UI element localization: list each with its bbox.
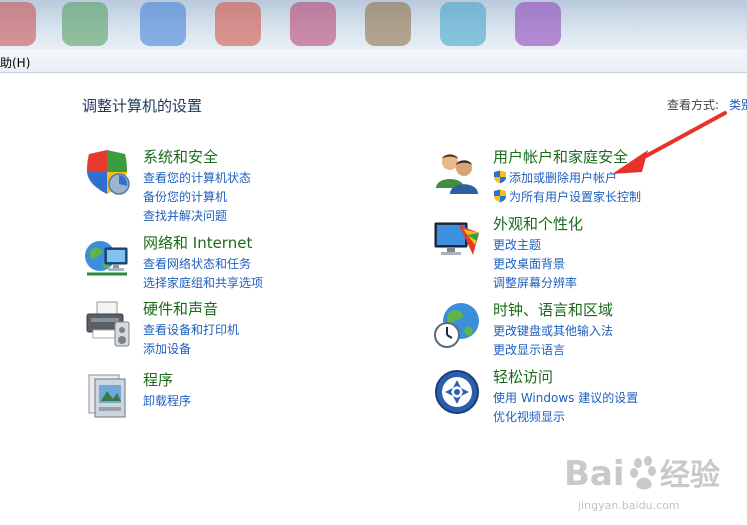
- taskbar-strip: [0, 0, 747, 50]
- menu-bar: 助(H): [0, 50, 747, 73]
- link-uninstall-program[interactable]: 卸载程序: [143, 392, 191, 411]
- app-icon: [365, 2, 411, 46]
- shield-icon[interactable]: [83, 148, 131, 196]
- baidu-watermark-icon: Bai 经验 jingyan.baidu.com: [564, 454, 720, 512]
- link-change-theme[interactable]: 更改主题: [493, 236, 577, 255]
- category-title[interactable]: 外观和个性化: [493, 213, 583, 234]
- ease-of-access-icon[interactable]: [433, 368, 481, 416]
- category-title[interactable]: 网络和 Internet: [143, 232, 252, 253]
- link-devices-printers[interactable]: 查看设备和打印机: [143, 321, 239, 340]
- app-icon: [290, 2, 336, 46]
- link-change-display-language[interactable]: 更改显示语言: [493, 341, 613, 360]
- printer-icon[interactable]: [83, 300, 131, 348]
- page-title: 调整计算机的设置: [82, 97, 203, 115]
- link-screen-resolution[interactable]: 调整屏幕分辨率: [493, 274, 577, 293]
- users-icon[interactable]: [433, 148, 481, 196]
- category-title[interactable]: 系统和安全: [143, 146, 218, 167]
- link-label: 为所有用户设置家长控制: [509, 190, 642, 204]
- link-change-background[interactable]: 更改桌面背景: [493, 255, 577, 274]
- link-recommended-settings[interactable]: 使用 Windows 建议的设置: [493, 389, 638, 408]
- watermark-brand2: 经验: [660, 458, 720, 493]
- display-palette-icon[interactable]: [433, 215, 481, 263]
- link-change-input-method[interactable]: 更改键盘或其他输入法: [493, 322, 613, 341]
- app-icon: [215, 2, 261, 46]
- category-title[interactable]: 硬件和声音: [143, 298, 218, 319]
- uac-shield-icon: [494, 170, 506, 184]
- link-optimize-display[interactable]: 优化视频显示: [493, 408, 638, 427]
- uac-shield-icon: [494, 189, 506, 203]
- category-title[interactable]: 轻松访问: [493, 366, 553, 387]
- watermark-url: jingyan.baidu.com: [577, 499, 680, 512]
- view-by-dropdown[interactable]: 类别: [729, 98, 747, 112]
- app-icon: [440, 2, 486, 46]
- category-title[interactable]: 程序: [143, 369, 173, 390]
- app-icon: [140, 2, 186, 46]
- watermark-brand: Bai: [564, 454, 625, 494]
- clock-globe-icon[interactable]: [433, 301, 481, 349]
- annotation-arrow-icon: [612, 111, 727, 174]
- link-homegroup-sharing[interactable]: 选择家庭组和共享选项: [143, 274, 263, 293]
- app-icon: [62, 2, 108, 46]
- programs-icon[interactable]: [83, 371, 131, 419]
- network-globe-icon[interactable]: [83, 234, 131, 282]
- link-add-device[interactable]: 添加设备: [143, 340, 239, 359]
- menu-help[interactable]: 助(H): [0, 54, 30, 71]
- link-view-computer-status[interactable]: 查看您的计算机状态: [143, 169, 251, 188]
- app-icon: [0, 2, 36, 46]
- link-backup-computer[interactable]: 备份您的计算机: [143, 188, 251, 207]
- link-view-network-status[interactable]: 查看网络状态和任务: [143, 255, 263, 274]
- category-title[interactable]: 时钟、语言和区域: [493, 299, 613, 320]
- app-icon: [515, 2, 561, 46]
- link-troubleshoot[interactable]: 查找并解决问题: [143, 207, 251, 226]
- link-parental-controls[interactable]: 为所有用户设置家长控制: [493, 188, 641, 207]
